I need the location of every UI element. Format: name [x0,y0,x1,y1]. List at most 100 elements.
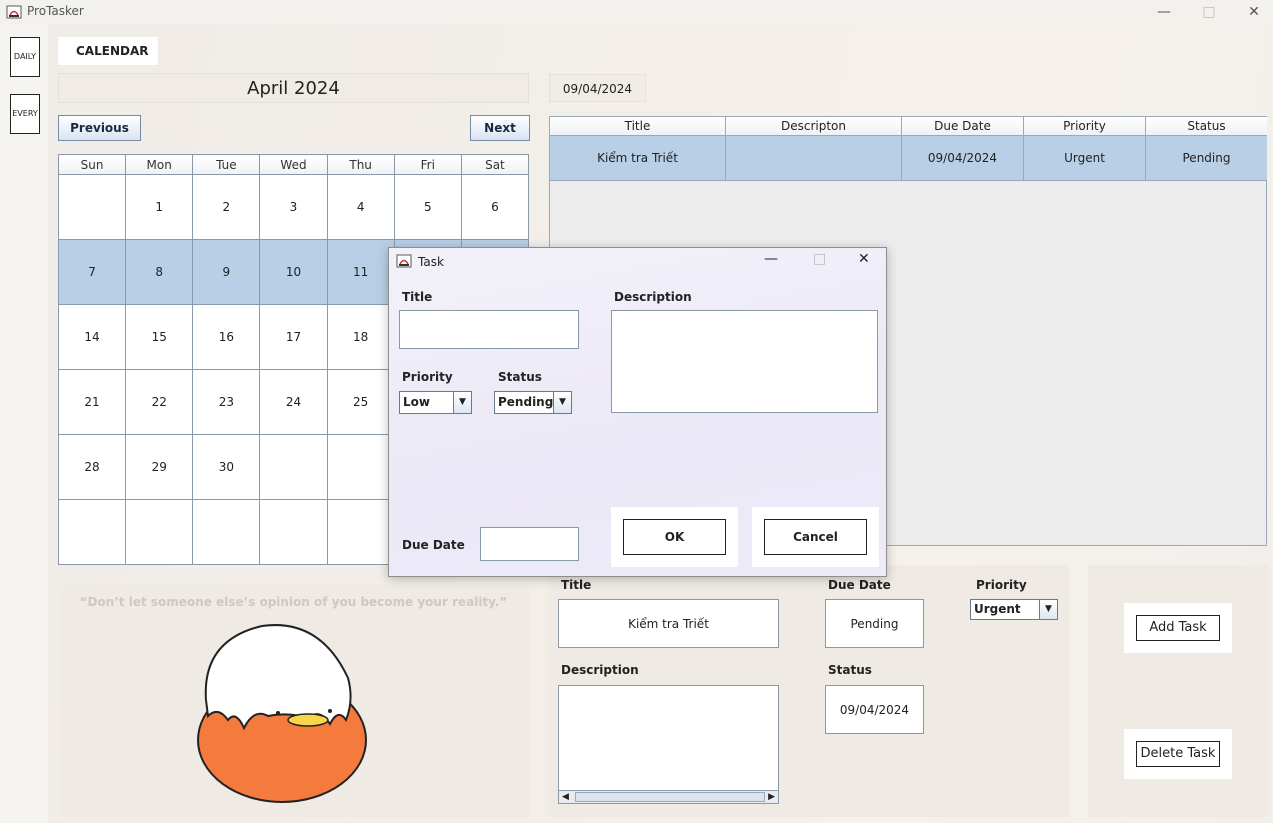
tab-calendar[interactable]: CALENDAR [58,37,158,65]
calendar-day-cell[interactable] [192,499,261,565]
description-horizontal-scrollbar[interactable]: ◀ ▶ [558,790,779,804]
table-cell-title[interactable]: Kiểm tra Triết [550,136,726,181]
calendar-day-cell[interactable] [259,434,328,500]
scroll-left-icon[interactable]: ◀ [562,791,569,803]
calendar-day-cell[interactable]: 24 [259,369,328,435]
dialog-priority-dropdown[interactable]: Low ▼ [399,391,472,414]
calendar-day-cell[interactable]: 5 [393,174,462,240]
calendar-day-cell[interactable]: 2 [192,174,261,240]
minimize-icon[interactable]: — [1144,2,1184,22]
previous-button[interactable]: Previous [58,115,141,141]
day-header: Tue [192,154,261,175]
calendar-day-cell[interactable] [326,434,395,500]
window-titlebar: ProTasker — □ ✕ [0,0,1273,24]
day-header: Sat [460,154,530,175]
calendar-day-cell[interactable]: 16 [192,304,261,370]
add-task-button[interactable]: Add Task [1136,615,1220,641]
calendar-day-cell[interactable]: 6 [460,174,530,240]
cancel-button-wrapper: Cancel [752,507,879,567]
ok-button-wrapper: OK [611,507,738,567]
dialog-close-icon[interactable]: ✕ [858,251,870,267]
calendar-day-cell[interactable]: 21 [57,369,127,435]
chevron-down-icon[interactable]: ▼ [1039,600,1057,619]
calendar-day-cell[interactable]: 11 [326,239,395,305]
priority-selected-value: Urgent [974,602,1021,616]
calendar-day-cell[interactable]: 8 [125,239,194,305]
calendar-day-cell[interactable]: 14 [57,304,127,370]
chevron-down-icon[interactable]: ▼ [553,392,571,413]
calendar-day-cell[interactable]: 28 [57,434,127,500]
java-app-icon [6,5,22,19]
table-cell-description[interactable] [726,136,902,181]
mascot-image [197,624,367,803]
calendar-day-cell[interactable]: 18 [326,304,395,370]
scroll-right-icon[interactable]: ▶ [768,791,775,803]
table-cell-due-date[interactable]: 09/04/2024 [902,136,1024,181]
calendar-day-cell[interactable]: 1 [125,174,194,240]
calendar-day-cell[interactable]: 17 [259,304,328,370]
table-cell-priority[interactable]: Urgent [1024,136,1146,181]
calendar-day-cell[interactable] [125,499,194,565]
quote-text: “Don’t let someone else’s opinion of you… [79,595,508,609]
calendar-day-cell[interactable]: 25 [326,369,395,435]
details-status-field[interactable]: 09/04/2024 [825,685,924,734]
selected-date-label: 09/04/2024 [549,74,646,102]
day-header: Fri [393,154,462,175]
dialog-status-dropdown[interactable]: Pending ▼ [494,391,572,414]
calendar-day-cell[interactable] [326,499,395,565]
calendar-day-cell[interactable]: 7 [57,239,127,305]
details-title-label: Title [561,578,592,592]
calendar-day-cell[interactable]: 4 [326,174,395,240]
delete-task-button[interactable]: Delete Task [1136,741,1220,767]
calendar-day-cell[interactable] [259,499,328,565]
task-dialog: Task — □ ✕ Title Description Priority Lo… [388,247,887,577]
dialog-title-input[interactable] [399,310,579,349]
details-description-label: Description [561,663,639,677]
column-header-description[interactable]: Descripton [726,117,902,136]
calendar-day-cell[interactable]: 23 [192,369,261,435]
day-header: Thu [326,154,395,175]
ok-button[interactable]: OK [623,519,726,555]
dialog-due-date-input[interactable] [480,527,579,561]
column-header-title[interactable]: Title [550,117,726,136]
sidebar-every-button[interactable]: EVERY [10,94,40,134]
calendar-day-cell[interactable]: 22 [125,369,194,435]
dialog-description-input[interactable] [611,310,878,413]
dialog-minimize-icon[interactable]: — [764,251,778,267]
table-cell-status[interactable]: Pending [1146,136,1267,181]
day-header: Wed [259,154,328,175]
details-title-field[interactable]: Kiểm tra Triết [558,599,779,648]
column-header-priority[interactable]: Priority [1024,117,1146,136]
calendar-day-cell[interactable] [57,499,127,565]
dialog-title-label: Title [402,290,433,304]
maximize-icon[interactable]: □ [1189,2,1229,22]
calendar-day-cell[interactable]: 9 [192,239,261,305]
calendar-day-cell[interactable] [57,174,127,240]
dialog-priority-label: Priority [402,370,453,384]
details-due-date-field[interactable]: Pending [825,599,924,648]
next-button[interactable]: Next [470,115,530,141]
sidebar-daily-button[interactable]: DAILY [10,37,40,77]
day-header: Sun [57,154,127,175]
calendar-day-cell[interactable]: 29 [125,434,194,500]
calendar-day-cell[interactable]: 15 [125,304,194,370]
details-status-label: Status [828,663,872,677]
details-priority-dropdown[interactable]: Urgent ▼ [970,599,1058,620]
column-header-status[interactable]: Status [1146,117,1267,136]
details-due-date-label: Due Date [828,578,891,592]
close-icon[interactable]: ✕ [1234,2,1273,22]
dialog-status-label: Status [498,370,542,384]
cancel-button[interactable]: Cancel [764,519,867,555]
column-header-due-date[interactable]: Due Date [902,117,1024,136]
details-description-area[interactable] [558,685,779,791]
dialog-description-label: Description [614,290,692,304]
dialog-maximize-icon[interactable]: □ [813,251,826,267]
calendar-day-cell[interactable]: 10 [259,239,328,305]
scroll-thumb[interactable] [575,792,765,802]
calendar-day-cell[interactable]: 3 [259,174,328,240]
status-selected-value: Pending [498,395,554,409]
calendar-day-cell[interactable]: 30 [192,434,261,500]
sidebar: DAILY EVERY [0,24,48,823]
details-priority-label: Priority [976,578,1027,592]
chevron-down-icon[interactable]: ▼ [453,392,471,413]
